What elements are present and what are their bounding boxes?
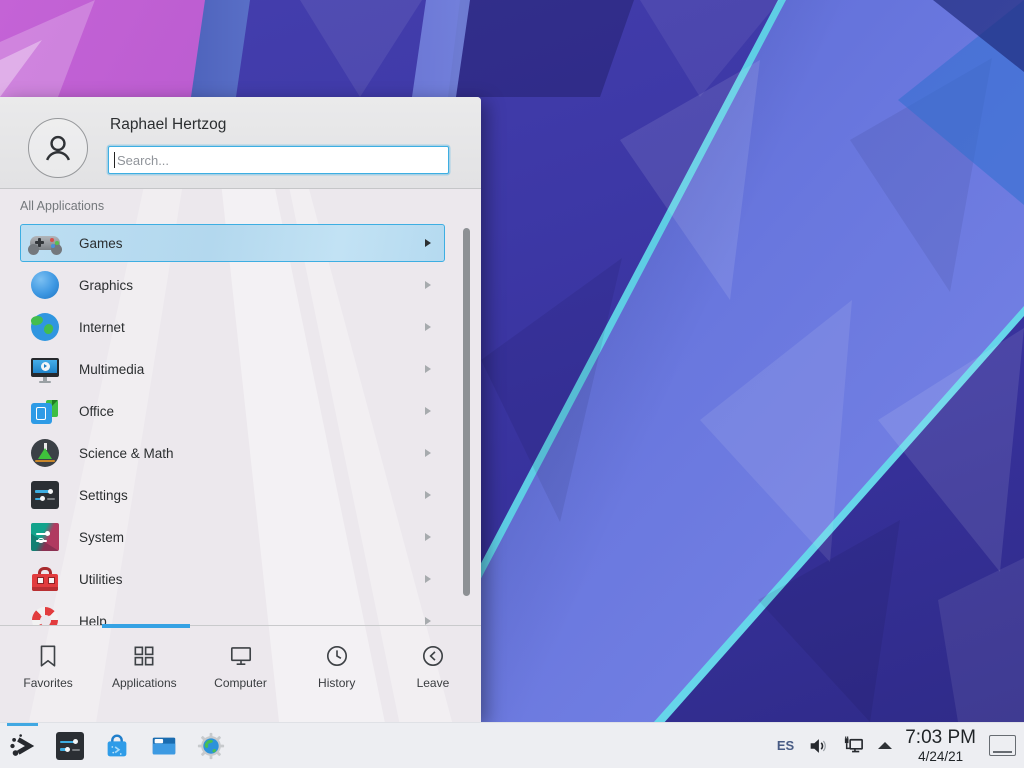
globe-gear-icon [196,731,226,761]
user-name: Raphael Hertzog [110,116,226,134]
system-settings-icon [54,730,86,762]
active-task-indicator [7,723,38,726]
scrollbar-thumb[interactable] [463,228,470,596]
volume-icon[interactable] [807,735,829,757]
category-office[interactable]: Office [20,392,445,430]
category-label: Games [79,236,123,251]
lifebuoy-icon [29,605,61,625]
search-box[interactable] [108,146,449,174]
category-multimedia[interactable]: Multimedia [20,350,445,388]
category-label: Settings [79,488,128,503]
kickoff-launcher-popup: Raphael Hertzog All Applications Games G… [0,97,481,722]
submenu-arrow-icon [425,533,431,541]
digital-clock[interactable]: 7:03 PM 4/24/21 [905,728,976,764]
wired-network-icon[interactable] [842,734,865,757]
category-internet[interactable]: Internet [20,308,445,346]
category-list: Games Graphics Internet Multimedia O [0,224,481,625]
person-icon [40,130,76,166]
section-label: All Applications [20,199,104,213]
search-input[interactable] [109,147,448,173]
clock-time: 7:03 PM [905,728,976,747]
dolphin-file-manager-button[interactable] [148,723,179,768]
folder-icon [149,731,179,761]
category-utilities[interactable]: Utilities [20,560,445,598]
category-system[interactable]: System [20,518,445,556]
submenu-arrow-icon [425,407,431,415]
flask-icon [29,437,61,469]
show-desktop-button[interactable] [989,735,1016,756]
submenu-arrow-icon [425,239,431,247]
system-tray: ES 7:03 PM 4/24/21 [777,723,1024,768]
clock-icon [324,643,350,669]
category-label: System [79,530,124,545]
keyboard-layout-indicator[interactable]: ES [777,738,794,753]
discover-bag-icon [102,731,132,761]
submenu-arrow-icon [425,365,431,373]
launcher-tab-bar: Favorites Applications C [0,628,481,722]
toolbox-icon [29,563,61,595]
kde-launcher-icon [8,731,38,761]
discover-store-button[interactable] [101,723,132,768]
user-avatar[interactable] [28,118,88,178]
category-label: Graphics [79,278,133,293]
taskbar-panel: ES 7:03 PM 4/24/21 [0,722,1024,768]
blue-sphere-icon [29,269,61,301]
monitor-play-icon [29,353,61,385]
category-games[interactable]: Games [20,224,445,262]
submenu-arrow-icon [425,323,431,331]
category-label: Utilities [79,572,123,587]
desktop-screen: Raphael Hertzog All Applications Games G… [0,0,1024,768]
submenu-arrow-icon [425,491,431,499]
category-graphics[interactable]: Graphics [20,266,445,304]
submenu-arrow-icon [425,449,431,457]
monitor-icon [228,643,254,669]
sliders-dark-icon [29,479,61,511]
category-label: Science & Math [79,446,174,461]
category-help[interactable]: Help [20,602,445,625]
documents-icon [29,395,61,427]
category-label: Office [79,404,114,419]
tab-history[interactable]: History [289,628,385,722]
system-settings-button[interactable] [54,723,85,768]
category-science-math[interactable]: Science & Math [20,434,445,472]
taskbar-app-icons [0,723,226,768]
tab-applications[interactable]: Applications [96,628,192,722]
bookmark-icon [35,643,61,669]
sliders-gradient-icon [29,521,61,553]
tray-expander-caret-icon[interactable] [878,742,892,749]
category-label: Internet [79,320,125,335]
kickoff-launcher-button[interactable] [7,723,38,768]
category-label: Multimedia [79,362,144,377]
submenu-arrow-icon [425,281,431,289]
grid-icon [131,643,157,669]
tab-computer[interactable]: Computer [192,628,288,722]
globe-icon [29,311,61,343]
category-settings[interactable]: Settings [20,476,445,514]
submenu-arrow-icon [425,575,431,583]
tab-favorites[interactable]: Favorites [0,628,96,722]
tab-leave[interactable]: Leave [385,628,481,722]
launcher-header: Raphael Hertzog [0,97,481,189]
konqueror-browser-button[interactable] [195,723,226,768]
back-circle-icon [420,643,446,669]
tabbar-separator [0,625,481,626]
gamepad-icon [29,227,61,259]
clock-date: 4/24/21 [905,750,976,764]
submenu-arrow-icon [425,617,431,625]
